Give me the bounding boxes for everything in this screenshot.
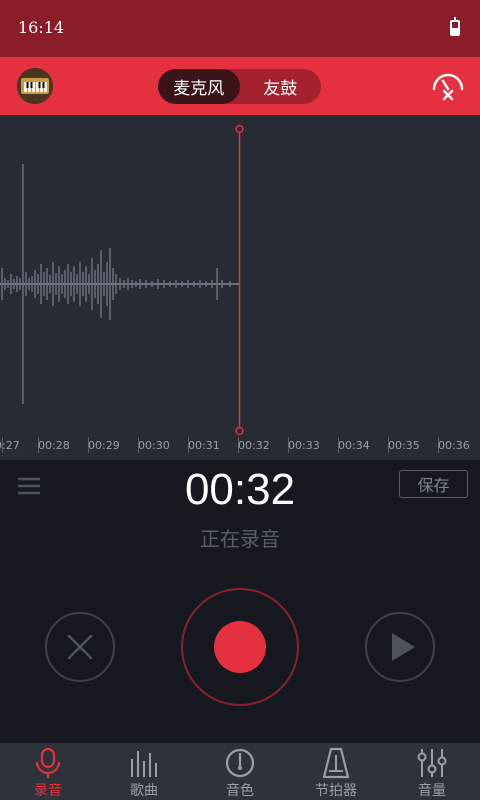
nav-item-songs[interactable]: 歌曲	[96, 743, 192, 800]
time-tick-label: 00:34	[338, 439, 370, 452]
microphone-icon	[35, 747, 61, 778]
nav-item-record[interactable]: 录音	[0, 743, 96, 800]
waveform-panel[interactable]: 00:27 00:28 00:29 00:30 00:31 00:32 00:3…	[0, 115, 480, 460]
nav-item-tone[interactable]: 音色	[192, 743, 288, 800]
time-tick-label: 00:29	[88, 439, 120, 452]
status-time: 16:14	[18, 18, 65, 37]
waveform	[0, 124, 244, 436]
input-source-switch: 麦克风 友鼓	[158, 69, 321, 104]
time-tick-label: 00:31	[188, 439, 220, 452]
time-tick-label: 00:28	[38, 439, 70, 452]
time-tick-label: 00:27	[0, 439, 20, 452]
nav-label: 歌曲	[130, 783, 158, 799]
metronome-icon	[322, 747, 350, 779]
time-tick-label: 00:36	[438, 439, 470, 452]
equalizer-bars-icon	[131, 751, 157, 777]
time-tick-label: 00:32	[238, 439, 270, 452]
tone-dial-icon	[225, 748, 255, 778]
nav-label: 音量	[418, 783, 446, 799]
volume-sliders-icon	[417, 749, 447, 777]
recorder-controls: 00:32 正在录音 保存	[0, 460, 480, 743]
nav-label: 节拍器	[315, 783, 357, 799]
play-button[interactable]	[365, 612, 435, 682]
recording-status: 正在录音	[200, 527, 280, 551]
app-header: 麦克风 友鼓	[0, 57, 480, 115]
time-tick-label: 00:33	[288, 439, 320, 452]
disconnect-icon[interactable]	[430, 69, 466, 105]
playhead-bottom-handle	[235, 426, 244, 436]
status-bar: 16:14	[0, 0, 480, 57]
tab-microphone[interactable]: 麦克风	[158, 69, 240, 104]
cancel-recording-button[interactable]	[45, 612, 115, 682]
time-tick-label: 00:35	[388, 439, 420, 452]
save-button[interactable]: 保存	[399, 470, 468, 498]
bottom-nav: 录音 歌曲 音色 节拍器 音量	[0, 743, 480, 800]
record-button[interactable]	[181, 588, 299, 706]
nav-label: 音色	[226, 783, 254, 799]
time-tick-label: 00:30	[138, 439, 170, 452]
nav-item-volume[interactable]: 音量	[384, 743, 480, 800]
tab-friend-drum[interactable]: 友鼓	[240, 69, 322, 104]
instrument-avatar[interactable]	[17, 68, 53, 104]
record-dot-icon	[214, 621, 266, 673]
nav-item-metronome[interactable]: 节拍器	[288, 743, 384, 800]
close-icon	[67, 634, 93, 660]
time-axis: 00:27 00:28 00:29 00:30 00:31 00:32 00:3…	[0, 437, 480, 460]
nav-label: 录音	[34, 783, 62, 799]
battery-icon	[450, 17, 460, 36]
play-icon	[392, 633, 415, 661]
playhead-top-handle	[235, 124, 244, 134]
